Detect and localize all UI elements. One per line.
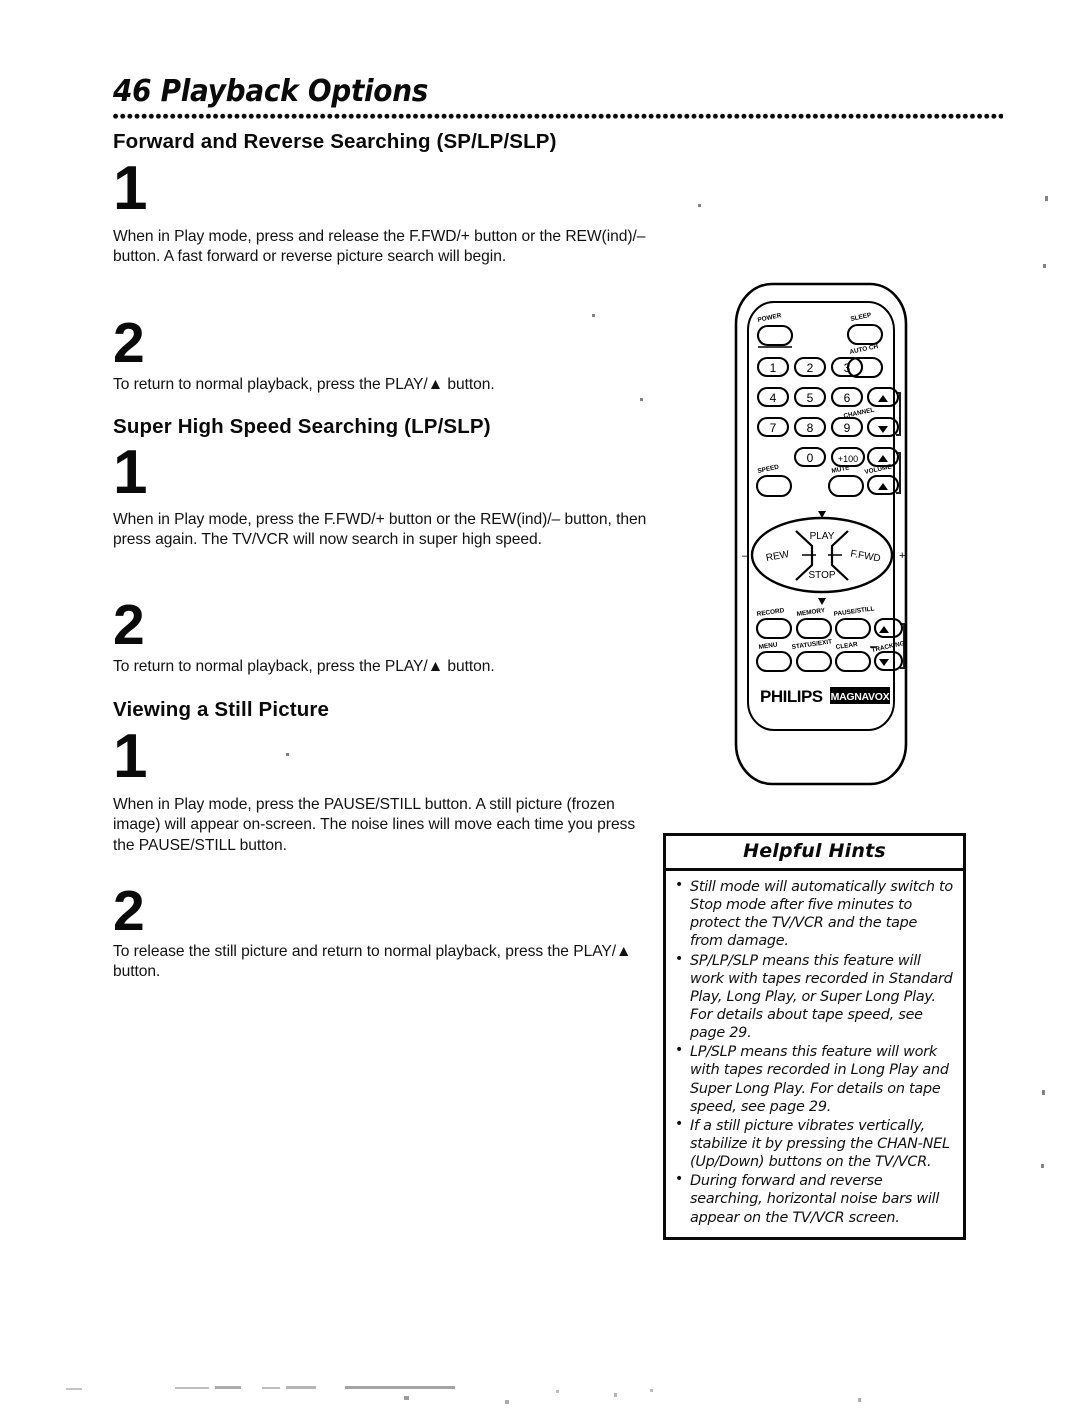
step-2-number-section-3: 2 xyxy=(113,879,145,943)
remote-control-illustration: 1 2 3 4 5 6 7 8 9 0 +100 POWER SLEEP AUT… xyxy=(724,278,920,790)
step-1-number-section-2: 1 xyxy=(113,438,148,507)
document-page: 46 Playback Options Forward and Reverse S… xyxy=(0,0,1080,1417)
page-title: 46 Playback Options xyxy=(113,74,428,109)
step-1-number-section-3: 1 xyxy=(113,722,148,791)
page-title-text: Playback Options xyxy=(160,74,429,109)
remote-label-status-exit: STATUS/EXIT xyxy=(791,638,832,651)
scan-artifact xyxy=(1041,1164,1044,1168)
step-number: 1 xyxy=(113,154,148,223)
step-number: 2 xyxy=(113,879,145,943)
scan-artifact xyxy=(404,1396,409,1400)
list-item: During forward and reverse searching, ho… xyxy=(673,1171,954,1226)
remote-key-1: 1 xyxy=(770,361,777,375)
remote-label-menu: MENU xyxy=(758,641,778,651)
section-heading: Forward and Reverse Searching (SP/LP/SLP… xyxy=(113,130,557,153)
scan-artifact xyxy=(286,753,289,756)
remote-label-volume: VOLUME xyxy=(864,463,893,476)
scan-artifact xyxy=(592,314,595,317)
remote-label-stop: STOP xyxy=(808,570,835,581)
step-number: 2 xyxy=(113,593,145,657)
page-number: 46 xyxy=(113,74,152,109)
remote-label-rew: REW xyxy=(765,549,790,564)
remote-label-minus: – xyxy=(742,550,749,562)
step-1-text-section-1: When in Play mode, press and release the… xyxy=(113,228,646,266)
step-number: 1 xyxy=(113,722,148,791)
scan-artifact xyxy=(262,1387,280,1389)
step-number: 1 xyxy=(113,438,148,507)
section-forward-reverse-searching: Forward and Reverse Searching (SP/LP/SLP… xyxy=(113,130,673,154)
scan-artifact xyxy=(858,1398,861,1402)
step-2-text-section-3: To release the still picture and return … xyxy=(113,943,632,981)
remote-label-play: PLAY xyxy=(810,531,835,542)
remote-key-5: 5 xyxy=(807,391,814,405)
remote-label-record: RECORD xyxy=(756,607,785,618)
remote-label-plus: + xyxy=(899,550,905,562)
remote-key-6: 6 xyxy=(844,391,851,405)
remote-key-8: 8 xyxy=(807,421,814,435)
list-item: SP/LP/SLP means this feature will work w… xyxy=(673,951,954,1043)
scan-artifact xyxy=(556,1390,559,1393)
remote-label-power: POWER xyxy=(757,312,782,324)
scan-artifact xyxy=(66,1388,82,1390)
scan-artifact xyxy=(614,1393,617,1397)
helpful-hints-list: Still mode will automatically switch to … xyxy=(666,871,963,1237)
list-item: Still mode will automatically switch to … xyxy=(673,877,954,951)
scan-artifact xyxy=(215,1386,241,1389)
helpful-hints-title-band: Helpful Hints xyxy=(666,836,963,871)
scan-artifact xyxy=(650,1389,653,1392)
remote-brand-philips: PHILIPS xyxy=(760,687,823,706)
list-item: LP/SLP means this feature will work with… xyxy=(673,1042,954,1116)
remote-key-3: 3 xyxy=(844,361,851,375)
step-2-text-section-1: To return to normal playback, press the … xyxy=(113,376,495,393)
step-2-number-section-2: 2 xyxy=(113,593,145,657)
section-super-high-speed-searching: Super High Speed Searching (LP/SLP) xyxy=(113,415,673,439)
step-1-text-section-3: When in Play mode, press the PAUSE/STILL… xyxy=(113,796,636,854)
remote-label-mute: MUTE xyxy=(831,464,851,475)
header-dotted-rule xyxy=(113,113,1003,120)
helpful-hints-title: Helpful Hints xyxy=(743,840,886,862)
section-heading: Super High Speed Searching (LP/SLP) xyxy=(113,415,491,438)
scan-artifact xyxy=(345,1386,455,1389)
remote-label-clear: CLEAR xyxy=(835,641,858,651)
remote-label-channel: CHANNEL xyxy=(843,407,875,420)
step-2-text-section-2: To return to normal playback, press the … xyxy=(113,658,495,675)
remote-brand-magnavox: MAGNAVOX xyxy=(831,691,890,703)
remote-key-4: 4 xyxy=(770,391,777,405)
scan-artifact xyxy=(1043,264,1046,268)
step-number: 2 xyxy=(113,311,145,375)
remote-label-auto-ch: AUTO CH xyxy=(849,343,879,356)
step-1-number-section-1: 1 xyxy=(113,154,148,223)
remote-key-plus-100: +100 xyxy=(838,454,858,464)
helpful-hints-box: Helpful Hints Still mode will automatica… xyxy=(663,833,966,1240)
remote-label-memory: MEMORY xyxy=(796,607,826,618)
scan-artifact xyxy=(286,1386,316,1389)
step-2-number-section-1: 2 xyxy=(113,311,145,375)
remote-label-pause-still: PAUSE/STILL xyxy=(833,605,875,618)
remote-label-speed: SPEED xyxy=(757,464,780,475)
section-viewing-still-picture: Viewing a Still Picture xyxy=(113,698,673,722)
remote-label-sleep: SLEEP xyxy=(850,312,873,323)
remote-key-9: 9 xyxy=(844,421,851,435)
remote-key-2: 2 xyxy=(807,361,814,375)
scan-artifact xyxy=(640,398,643,401)
scan-artifact xyxy=(175,1387,209,1389)
section-heading: Viewing a Still Picture xyxy=(113,698,330,721)
scan-artifact xyxy=(1045,196,1048,201)
list-item: If a still picture vibrates vertically, … xyxy=(673,1116,954,1171)
scan-artifact xyxy=(698,204,701,207)
remote-key-7: 7 xyxy=(770,421,777,435)
remote-label-ffwd: F.FWD xyxy=(849,548,881,564)
remote-key-0: 0 xyxy=(807,451,814,465)
scan-artifact xyxy=(1042,1090,1045,1095)
scan-artifact xyxy=(505,1400,509,1404)
step-1-text-section-2: When in Play mode, press the F.FWD/+ but… xyxy=(113,511,647,549)
